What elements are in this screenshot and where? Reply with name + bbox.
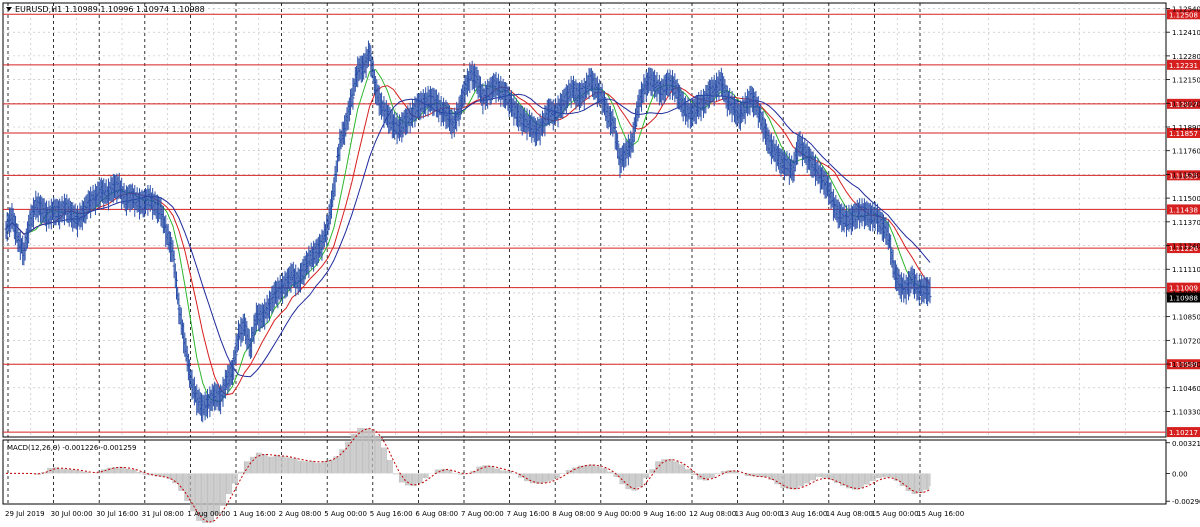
time-tick-label: 13 Aug 00:00 xyxy=(735,510,782,518)
chart-background xyxy=(0,0,1200,523)
price-tick-label: 1.10590 xyxy=(1172,361,1200,369)
price-tick-label: 1.10330 xyxy=(1172,408,1200,416)
macd-tick-label: 0.00321 xyxy=(1172,440,1200,448)
time-tick-label: 2 Aug 08:00 xyxy=(279,510,322,518)
price-tick-label: 1.11890 xyxy=(1172,124,1200,132)
price-tick-label: 1.12020 xyxy=(1172,100,1200,108)
time-tick-label: 9 Aug 16:00 xyxy=(643,510,686,518)
time-tick-label: 8 Aug 08:00 xyxy=(552,510,595,518)
macd-tick-label: -0.002908 xyxy=(1172,498,1200,506)
price-tick-label: 1.12540 xyxy=(1172,5,1200,13)
symbol-header: EURUSD,H1 1.10989 1.10996 1.10974 1.1098… xyxy=(15,5,205,14)
price-tick-label: 1.11110 xyxy=(1172,266,1200,274)
level-price-label: 1.12231 xyxy=(1169,62,1198,70)
price-tick-label: 1.11370 xyxy=(1172,219,1200,227)
price-tick-label: 1.10850 xyxy=(1172,314,1200,322)
price-tick-label: 1.10720 xyxy=(1172,337,1200,345)
chart-canvas: 1.125081.122311.120171.118571.116251.114… xyxy=(0,0,1200,525)
macd-header: MACD(12,26,9) -0.001226 -0.001259 xyxy=(7,444,136,452)
price-tick-label: 1.12150 xyxy=(1172,77,1200,85)
price-tick-label: 1.11500 xyxy=(1172,195,1200,203)
time-tick-label: 14 Aug 08:00 xyxy=(826,510,873,518)
time-tick-label: 12 Aug 08:00 xyxy=(689,510,736,518)
time-tick-label: 31 Jul 08:00 xyxy=(142,510,184,518)
time-tick-label: 15 Aug 00:00 xyxy=(871,510,918,518)
trading-chart: 1.12508 1.12231 1.12017 1.11857 1.11625 1.114… xyxy=(0,0,1200,525)
price-tick-label: 1.10980 xyxy=(1172,290,1200,298)
time-tick-label: 7 Aug 16:00 xyxy=(507,510,550,518)
price-tick-label: 1.10460 xyxy=(1172,385,1200,393)
time-tick-label: 30 Jul 00:00 xyxy=(51,510,93,518)
time-tick-label: 5 Aug 00:00 xyxy=(324,510,367,518)
time-tick-label: 1 Aug 16:00 xyxy=(233,510,276,518)
level-price-label: 1.11438 xyxy=(1169,206,1198,214)
time-tick-label: 9 Aug 00:00 xyxy=(598,510,641,518)
time-axis: 29 Jul 2019 30 Jul 00:00 30 Jul 16:00 31 Ju… xyxy=(5,510,964,518)
price-tick-label: 1.12280 xyxy=(1172,53,1200,61)
time-tick-label: 13 Aug 16:00 xyxy=(780,510,827,518)
time-tick-label: 29 Jul 2019 xyxy=(5,510,45,518)
price-tick-label: 1.12410 xyxy=(1172,29,1200,37)
time-tick-label: 6 Aug 08:00 xyxy=(415,510,458,518)
time-tick-label: 30 Jul 16:00 xyxy=(96,510,138,518)
time-tick-label: 1 Aug 00:00 xyxy=(187,510,230,518)
level-price-label: 1.10217 xyxy=(1169,429,1198,437)
macd-tick-label: 0.00 xyxy=(1172,470,1188,478)
price-tick-label: 1.11630 xyxy=(1172,171,1200,179)
time-tick-label: 5 Aug 16:00 xyxy=(370,510,413,518)
price-tick-label: 1.11760 xyxy=(1172,148,1200,156)
time-tick-label: 7 Aug 00:00 xyxy=(461,510,504,518)
price-tick-label: 1.11240 xyxy=(1172,243,1200,251)
time-tick-label: 15 Aug 16:00 xyxy=(917,510,964,518)
